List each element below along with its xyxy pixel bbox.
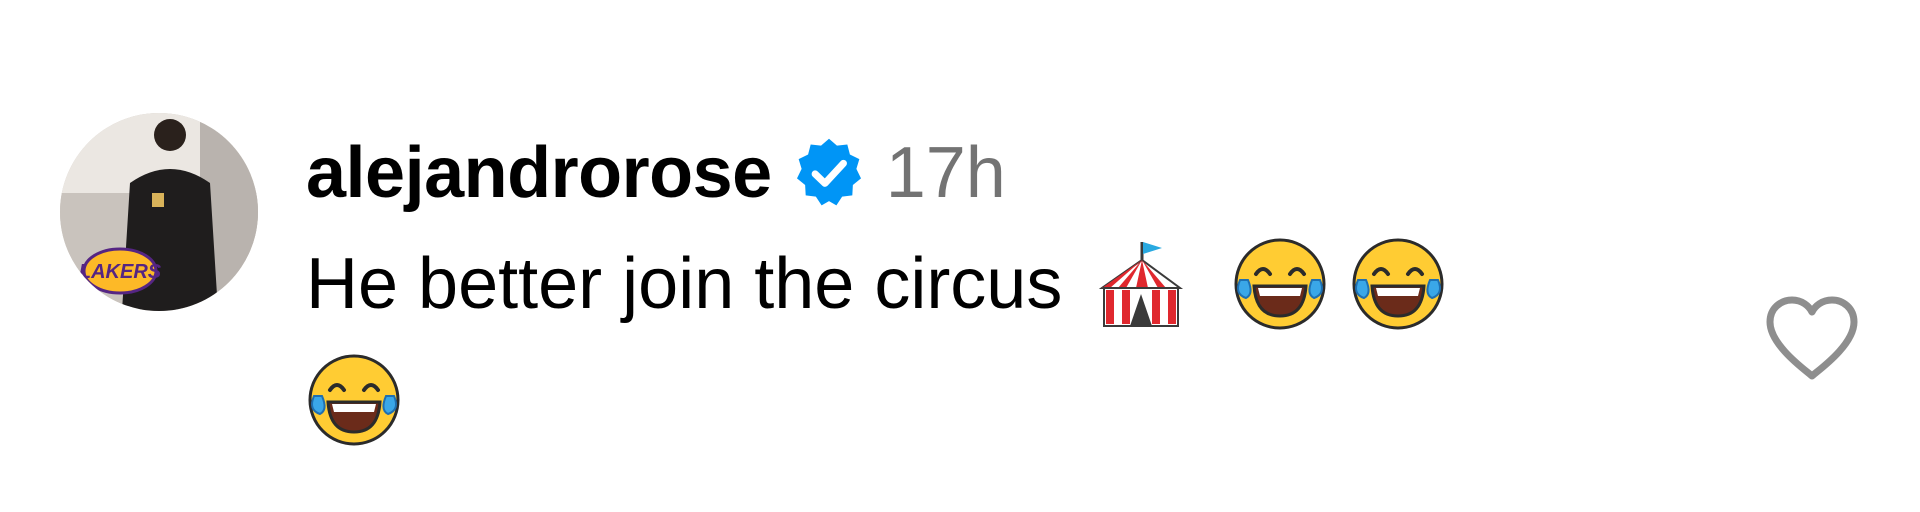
comment-header: alejandrorose 17h [306, 128, 1006, 218]
avatar-badge-text: LAKERS [79, 261, 162, 283]
username[interactable]: alejandrorose [306, 128, 772, 218]
timestamp[interactable]: 17h [886, 128, 1006, 218]
comment-text-line: He better join the circus [306, 236, 1446, 332]
verified-badge-icon [792, 136, 866, 210]
tears-of-joy-emoji-icon [1350, 236, 1446, 332]
comment-text-line [306, 352, 402, 448]
comment-item: LAKERS alejandrorose 17h He better join … [0, 0, 1920, 512]
circus-tent-icon [1092, 236, 1188, 332]
avatar[interactable]: LAKERS [60, 113, 258, 311]
comment-text: He better join the circus [306, 244, 1063, 324]
tears-of-joy-emoji-icon [306, 352, 402, 448]
avatar-photo: LAKERS [60, 113, 258, 311]
tears-of-joy-emoji-icon [1232, 236, 1328, 332]
heart-outline-icon[interactable] [1762, 294, 1862, 384]
